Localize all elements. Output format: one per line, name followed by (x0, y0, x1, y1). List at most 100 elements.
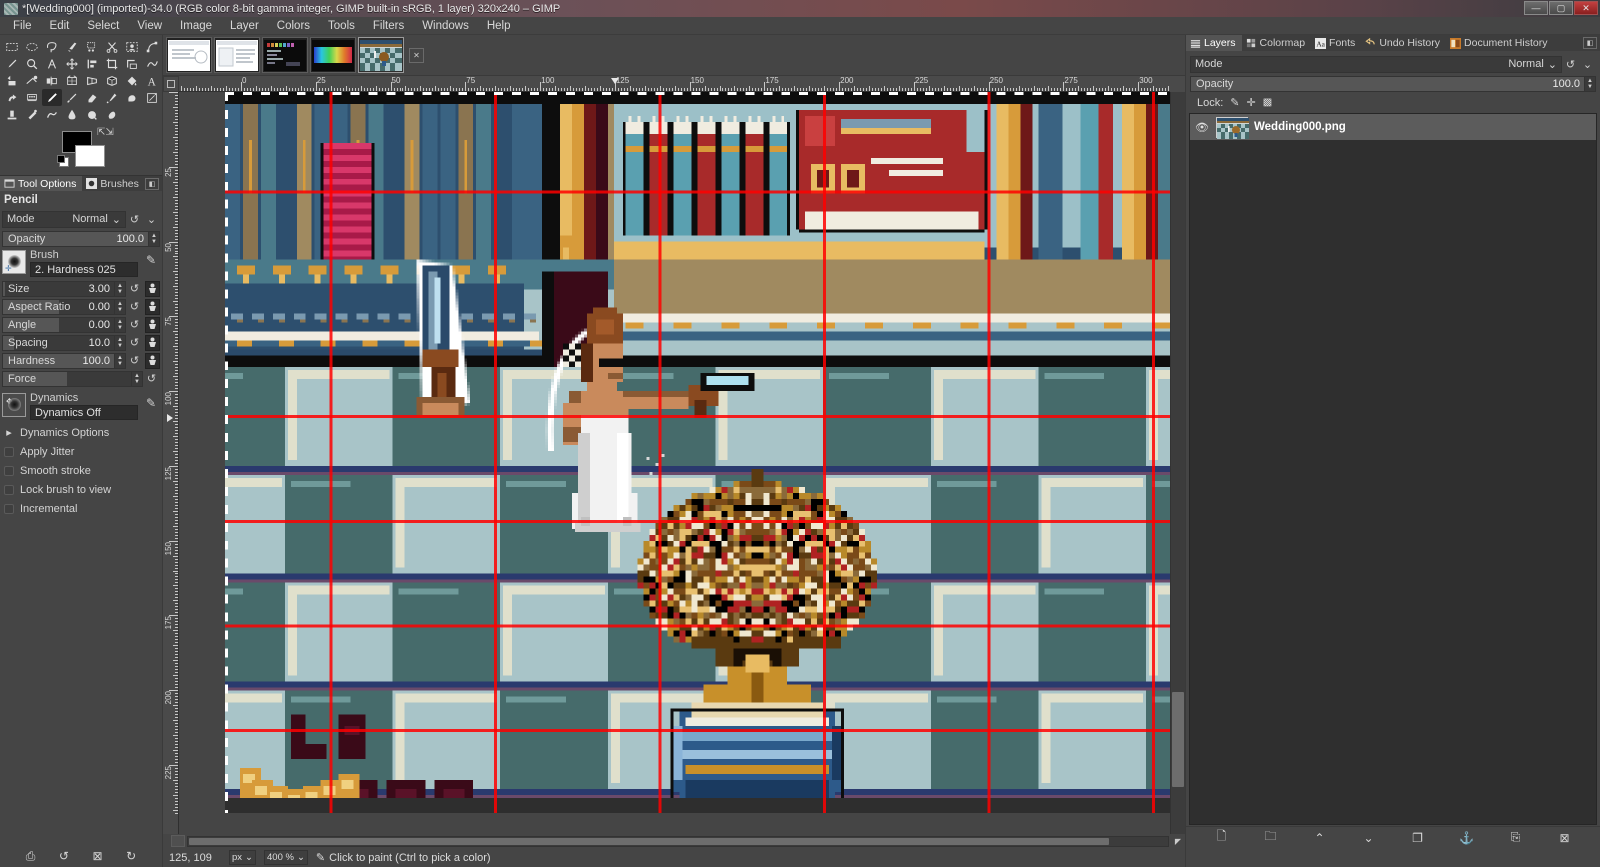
edit-dynamics-icon[interactable]: ✎ (142, 393, 160, 413)
tab-layers[interactable]: Layers (1186, 35, 1242, 51)
blur-sharpen-icon[interactable] (42, 106, 62, 123)
reset-tool-options-icon[interactable]: ↻ (126, 849, 136, 863)
reset-angle-icon[interactable]: ↺ (126, 317, 143, 333)
menu-layer[interactable]: Layer (221, 18, 268, 34)
foreground-select-icon[interactable] (122, 38, 142, 55)
navigation-preview-icon[interactable]: ◤ (1171, 835, 1185, 847)
restore-tool-options-icon[interactable]: ↺ (59, 849, 69, 863)
handle-transform-icon[interactable] (22, 72, 42, 89)
apply-jitter-row[interactable]: Apply Jitter (0, 442, 162, 461)
angle-slider[interactable]: Angle 0.00 (2, 316, 115, 333)
aspect-ratio-slider[interactable]: Aspect Ratio 0.00 (2, 298, 115, 315)
perspective-clone-icon[interactable] (22, 106, 42, 123)
new-layer-icon[interactable]: 🗋 (1214, 829, 1229, 845)
hardness-slider[interactable]: Hardness 100.0 (2, 352, 115, 369)
reset-hardness-icon[interactable]: ↺ (126, 353, 143, 369)
menu-tools[interactable]: Tools (319, 18, 364, 34)
table-row[interactable]: 👁 Wedding000.png (1190, 114, 1596, 140)
measure-icon[interactable] (42, 55, 62, 72)
mypaint-brush-icon[interactable] (22, 89, 42, 106)
tab-undo-history[interactable]: Undo History (1361, 35, 1446, 51)
reset-colors-icon[interactable] (57, 155, 69, 167)
lock-brush-to-view-row[interactable]: Lock brush to view (0, 480, 162, 499)
tab-fonts[interactable]: Aa Fonts (1311, 35, 1361, 51)
scissors-select-icon[interactable] (102, 38, 122, 55)
lock-alpha-icon[interactable]: ▩ (1263, 97, 1272, 108)
eraser-icon[interactable] (82, 89, 102, 106)
brush-preview[interactable]: ✛ (2, 250, 26, 274)
raise-layer-icon[interactable]: ⌃ (1312, 830, 1327, 845)
crop-icon[interactable] (102, 55, 122, 72)
force-stepper[interactable]: ▲ ▼ (132, 370, 143, 387)
layer-mode-dropdown[interactable]: Mode Normal ⌄ (1190, 55, 1562, 73)
cage-transform-icon[interactable] (62, 72, 82, 89)
image-thumb-2[interactable] (214, 37, 260, 73)
lower-layer-icon[interactable]: ⌄ (1361, 830, 1376, 845)
menu-select[interactable]: Select (78, 18, 128, 34)
blend-mode-dropdown[interactable]: Mode Normal ⌄ (2, 210, 126, 228)
reset-layer-mode-icon[interactable]: ↺ (1562, 56, 1579, 72)
spacing-stepper[interactable]: ▲ ▼ (115, 334, 126, 351)
tool-preset-menu-icon[interactable]: ⌄ (143, 211, 160, 227)
merge-down-icon[interactable]: ⎘ (1508, 830, 1523, 845)
layer-mode-menu-icon[interactable]: ⌄ (1579, 56, 1596, 72)
menu-colors[interactable]: Colors (268, 18, 319, 34)
smudge-icon[interactable] (62, 106, 82, 123)
close-tab-icon[interactable]: ✕ (409, 47, 424, 63)
minimize-button[interactable]: — (1524, 1, 1548, 15)
menu-windows[interactable]: Windows (413, 18, 478, 34)
anchor-layer-icon[interactable]: ⚓ (1459, 830, 1474, 845)
opacity-slider[interactable]: Opacity 100.0 (2, 230, 149, 247)
swap-colors-icon[interactable]: ⇱⇲ (97, 127, 114, 138)
vertical-scrollbar[interactable] (1170, 92, 1185, 834)
force-slider[interactable]: Force (2, 370, 132, 387)
spacing-dynamics-lock-icon[interactable] (145, 334, 160, 351)
zoom-icon[interactable] (22, 55, 42, 72)
quick-mask-button[interactable] (171, 835, 185, 847)
aspect-ratio-stepper[interactable]: ▲ ▼ (115, 298, 126, 315)
new-group-icon[interactable]: 🗀 (1263, 829, 1278, 845)
unified-transform-icon[interactable] (2, 72, 22, 89)
dock-menu-button[interactable]: ◧ (145, 177, 159, 190)
dynamics-name[interactable]: Dynamics Off (30, 405, 138, 420)
hardness-stepper[interactable]: ▲ ▼ (115, 352, 126, 369)
image-thumb-4[interactable] (310, 37, 356, 73)
menu-view[interactable]: View (128, 18, 171, 34)
right-dock-menu-button[interactable]: ◧ (1583, 37, 1597, 49)
perspective-icon[interactable] (82, 72, 102, 89)
image-canvas[interactable] (225, 92, 1170, 813)
menu-file[interactable]: File (4, 18, 41, 34)
align-icon[interactable] (82, 55, 102, 72)
paintbrush-icon[interactable] (62, 89, 82, 106)
horizontal-scrollbar[interactable] (187, 835, 1169, 847)
hardness-dynamics-lock-icon[interactable] (145, 352, 160, 369)
angle-dynamics-lock-icon[interactable] (145, 316, 160, 333)
image-thumb-wedding[interactable] (358, 37, 404, 73)
menu-image[interactable]: Image (171, 18, 221, 34)
save-tool-options-icon[interactable]: ⎙ (26, 849, 36, 864)
vertical-scroll-thumb[interactable] (1172, 692, 1184, 787)
3d-transform-icon[interactable] (102, 72, 122, 89)
free-select-icon[interactable] (42, 38, 62, 55)
mypaint-icon[interactable] (102, 106, 122, 123)
layer-opacity-stepper[interactable]: ▲ ▼ (1585, 75, 1596, 92)
transform-icon[interactable] (122, 55, 142, 72)
brush-name[interactable]: 2. Hardness 025 (30, 262, 138, 277)
zoom-dropdown[interactable]: 400 % ⌄ (264, 850, 308, 865)
bucket-fill-icon[interactable] (122, 72, 142, 89)
background-color-swatch[interactable] (75, 145, 105, 167)
gradient-icon[interactable] (2, 89, 22, 106)
fuzzy-select-icon[interactable] (62, 38, 82, 55)
maximize-button[interactable]: ▢ (1549, 1, 1573, 15)
text-icon[interactable]: A (142, 72, 162, 89)
menu-filters[interactable]: Filters (364, 18, 413, 34)
canvas-viewport[interactable] (179, 92, 1170, 834)
lock-brush-to-view-checkbox[interactable] (4, 484, 14, 495)
tab-tool-options[interactable]: Tool Options (0, 175, 83, 192)
dodge-burn-icon[interactable] (82, 106, 102, 123)
unit-dropdown[interactable]: px ⌄ (229, 850, 257, 865)
size-stepper[interactable]: ▲ ▼ (115, 280, 126, 297)
size-slider[interactable]: Size 3.00 (2, 280, 115, 297)
reset-aspect-ratio-icon[interactable]: ↺ (126, 299, 143, 315)
image-thumb-1[interactable] (166, 37, 212, 73)
